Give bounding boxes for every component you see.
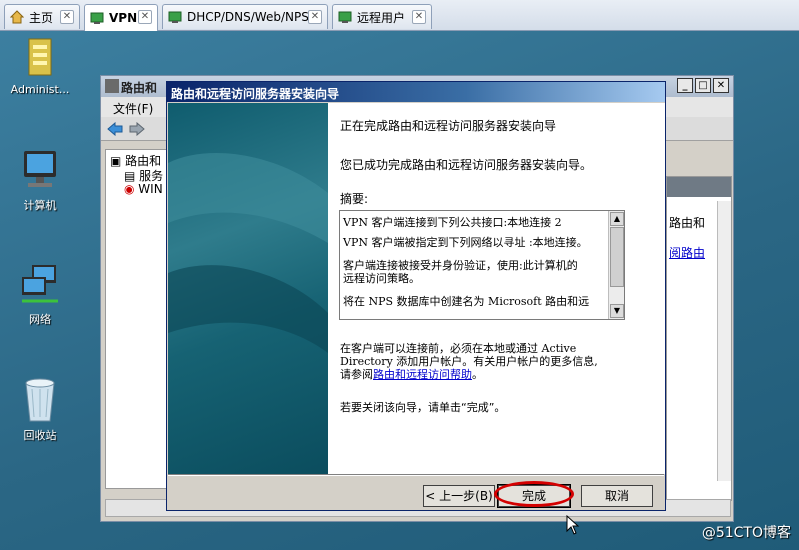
summary-label: 摘要: xyxy=(340,192,369,206)
server-icon: ▣ xyxy=(110,154,126,168)
wizard-banner-image xyxy=(168,103,328,474)
scroll-thumb[interactable] xyxy=(610,227,624,287)
tab-dhcp-dns-web-nps[interactable]: DHCP/DNS/Web/NPS ✕ xyxy=(162,4,328,29)
summary-scrollbar[interactable]: ▲ ▼ xyxy=(608,211,624,319)
network-icon xyxy=(18,263,62,307)
disk-icon: ▤ xyxy=(124,169,140,183)
home-icon xyxy=(9,10,25,24)
vm-icon xyxy=(168,10,182,24)
computer-icon xyxy=(18,149,62,193)
tab-remote-user[interactable]: 远程用户 ✕ xyxy=(332,4,432,29)
desktop-icon-computer[interactable]: 计算机 xyxy=(0,149,80,213)
tab-vpn[interactable]: VPN ✕ xyxy=(84,4,158,31)
details-pane: 路由和 阅路由 xyxy=(666,176,732,501)
menu-file[interactable]: 文件(F) xyxy=(113,102,153,116)
details-link[interactable]: 阅路由 xyxy=(669,244,705,261)
scroll-up-icon[interactable]: ▲ xyxy=(610,212,624,226)
desktop-icon-administrator[interactable]: Administ... xyxy=(0,35,80,96)
vm-icon xyxy=(90,11,104,25)
tab-strip: 主页 ✕ VPN ✕ DHCP/DNS/Web/NPS ✕ 远程用户 ✕ xyxy=(0,0,799,31)
cancel-button[interactable]: 取消 xyxy=(581,485,653,507)
close-icon[interactable]: ✕ xyxy=(412,10,426,24)
forward-arrow-icon[interactable] xyxy=(129,121,145,137)
wizard-heading: 正在完成路由和远程访问服务器安装向导 xyxy=(340,119,557,133)
navigation-tree[interactable]: ▣ 路由和 ▤ 服务 ◉ WIN xyxy=(105,149,167,489)
vertical-scrollbar[interactable] xyxy=(717,201,731,481)
tab-label: 主页 xyxy=(29,10,54,25)
close-hint: 若要关闭该向导，请单击“完成”。 xyxy=(340,401,506,414)
close-button[interactable]: ✕ xyxy=(713,78,729,93)
help-link[interactable]: 路由和远程访问帮助 xyxy=(373,368,472,381)
vm-icon xyxy=(338,10,352,24)
mouse-cursor-icon xyxy=(566,514,580,535)
setup-wizard-dialog[interactable]: 路由和远程访问服务器安装向导 正在完成路由和远程访问服务器安装向导 您已成功完成… xyxy=(166,81,666,511)
close-icon[interactable]: ✕ xyxy=(308,10,322,24)
folder-user-icon xyxy=(23,35,57,79)
back-button[interactable]: < 上一步(B) xyxy=(423,485,495,507)
back-arrow-icon[interactable] xyxy=(107,121,123,137)
desktop-icon-network[interactable]: 网络 xyxy=(0,263,80,327)
wizard-title[interactable]: 路由和远程访问服务器安装向导 xyxy=(167,82,665,102)
tab-label: VPN xyxy=(109,11,138,25)
tab-label: 远程用户 xyxy=(357,10,406,25)
divider xyxy=(168,474,664,476)
console-icon xyxy=(105,79,119,93)
close-icon[interactable]: ✕ xyxy=(138,10,152,24)
minimize-button[interactable]: _ xyxy=(677,78,693,93)
recycle-bin-icon xyxy=(20,375,60,423)
tree-node-win[interactable]: ◉ WIN xyxy=(124,182,163,196)
desktop-icon-recycle-bin[interactable]: 回收站 xyxy=(0,375,80,443)
watermark: @51CTO博客 xyxy=(701,525,791,541)
server-stopped-icon: ◉ xyxy=(124,182,139,196)
wizard-content: 正在完成路由和远程访问服务器安装向导 您已成功完成路由和远程访问服务器安装向导。… xyxy=(328,103,665,474)
scroll-down-icon[interactable]: ▼ xyxy=(610,304,624,318)
maximize-button[interactable]: □ xyxy=(695,78,711,93)
highlight-annotation xyxy=(494,481,574,507)
summary-textbox[interactable]: VPN 客户端连接到下列公共接口:本地连接 2 VPN 客户端被指定到下列网络以… xyxy=(339,210,625,320)
tab-label: DHCP/DNS/Web/NPS xyxy=(187,10,309,24)
tab-home[interactable]: 主页 ✕ xyxy=(4,4,80,29)
success-text: 您已成功完成路由和远程访问服务器安装向导。 xyxy=(340,158,593,172)
info-line-3: 请参阅路由和远程访问帮助。 xyxy=(340,368,483,381)
close-icon[interactable]: ✕ xyxy=(60,10,74,24)
details-header xyxy=(667,177,731,197)
